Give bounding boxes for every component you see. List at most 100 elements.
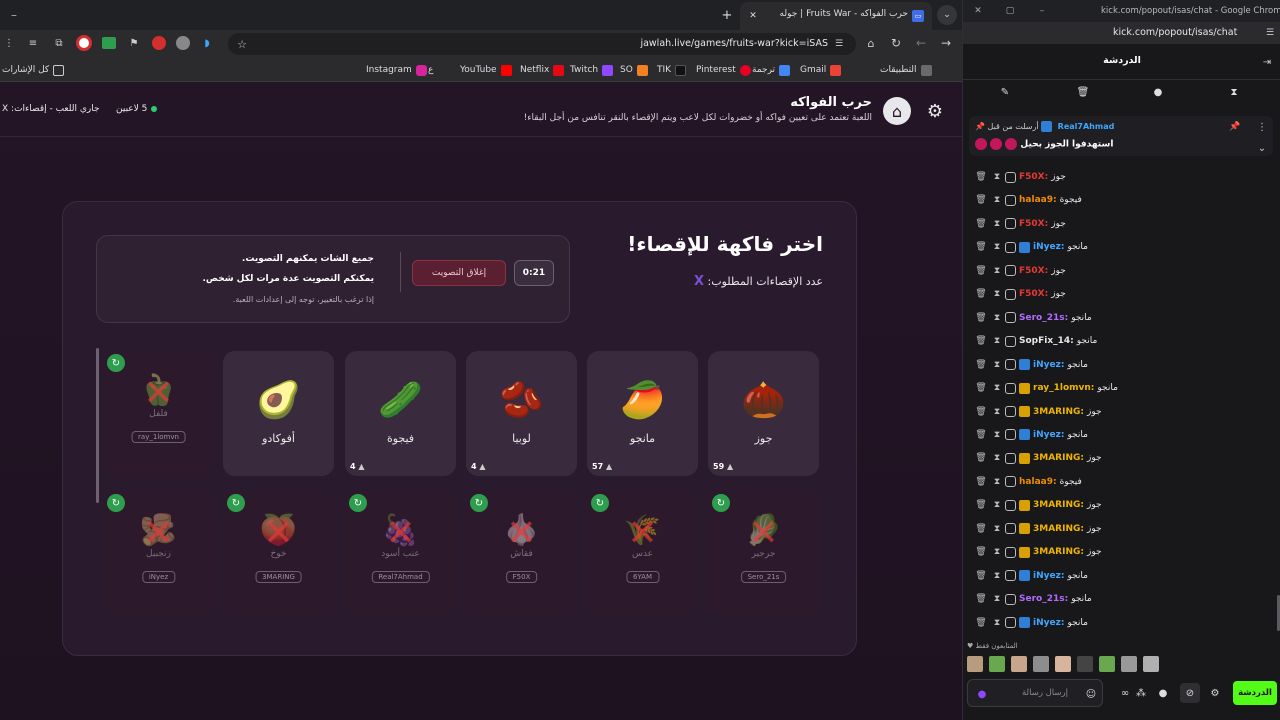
timeout-icon[interactable]: ⧗: [989, 407, 1005, 417]
delete-icon[interactable]: 🗑: [973, 289, 989, 299]
chat-username[interactable]: SopFix_14:: [1019, 336, 1074, 346]
window-maximize-icon[interactable]: ▢: [1003, 4, 1017, 18]
tab-search-button[interactable]: ⌄: [937, 5, 957, 25]
omnibox[interactable]: ☰ jawlah.live/games/fruits-war?kick=iSAS…: [228, 33, 856, 55]
more-icon[interactable]: ⋮: [1257, 121, 1267, 133]
chat-username[interactable]: Sero_21s:: [1019, 594, 1068, 604]
chat-username[interactable]: halaa9:: [1019, 477, 1057, 487]
timeout-icon[interactable]: ⧗: [1227, 85, 1241, 99]
delete-icon[interactable]: 🗑: [973, 430, 989, 440]
timeout-icon[interactable]: ⧗: [989, 453, 1005, 463]
delete-icon[interactable]: 🗑: [973, 172, 989, 182]
chat-username[interactable]: Sero_21s:: [1019, 313, 1068, 323]
emote-icon[interactable]: [1099, 656, 1115, 672]
emote-icon[interactable]: [1011, 656, 1027, 672]
timeout-icon[interactable]: ⧗: [989, 524, 1005, 534]
trash-icon[interactable]: 🗑: [1076, 85, 1090, 99]
delete-icon[interactable]: 🗑: [973, 266, 989, 276]
chat-message[interactable]: 🗑 ⧗ 3MARING: جوز: [963, 401, 1280, 423]
bookmark-translate[interactable]: ترجمة: [752, 58, 791, 82]
chat-message[interactable]: 🗑 ⧗ Sero_21s: مانجو: [963, 307, 1280, 329]
all-bookmarks[interactable]: كل الإشارات: [2, 58, 65, 82]
chat-message[interactable]: 🗑 ⧗ iNyez: مانجو: [963, 236, 1280, 258]
site-info-icon[interactable]: ☰: [832, 37, 846, 51]
back-icon[interactable]: →: [938, 35, 954, 51]
notifications-off-icon[interactable]: ⊘: [1180, 683, 1200, 703]
delete-icon[interactable]: 🗑: [973, 336, 989, 346]
collapse-icon[interactable]: ⇥: [1259, 54, 1275, 70]
timeout-icon[interactable]: ⧗: [989, 195, 1005, 205]
window-minimize-button[interactable]: –: [2, 6, 26, 24]
delete-icon[interactable]: 🗑: [973, 407, 989, 417]
emote-icon[interactable]: [989, 656, 1005, 672]
chat-message[interactable]: 🗑 ⧗ iNyez: مانجو: [963, 565, 1280, 587]
emote-icon[interactable]: [967, 656, 983, 672]
chat-message[interactable]: 🗑 ⧗ ray_1lomvn: مانجو: [963, 377, 1280, 399]
delete-icon[interactable]: 🗑: [973, 383, 989, 393]
extension-icon[interactable]: ⚑: [127, 36, 141, 50]
chat-message[interactable]: 🗑 ⧗ SopFix_14: مانجو: [963, 330, 1280, 352]
fruit-card[interactable]: 🌰 جوز 59 ▲: [708, 351, 819, 476]
chat-username[interactable]: F50X:: [1019, 172, 1048, 182]
bookmark-ain[interactable]: ع: [428, 58, 433, 82]
extension-icon[interactable]: [152, 36, 166, 50]
chat-message[interactable]: 🗑 ⧗ F50X: جوز: [963, 213, 1280, 235]
timeout-icon[interactable]: ⧗: [989, 266, 1005, 276]
bookmark-youtube[interactable]: YouTube: [460, 58, 512, 82]
delete-icon[interactable]: 🗑: [973, 594, 989, 604]
timeout-icon[interactable]: ⧗: [989, 242, 1005, 252]
chat-username[interactable]: ray_1lomvn:: [1033, 383, 1094, 393]
chat-input[interactable]: ● إرسال رسالة ☺: [967, 679, 1103, 707]
tab-active[interactable]: ▭ حرب الفواكه - Fruits War | جوله ✕: [740, 2, 932, 30]
delete-icon[interactable]: 🗑: [973, 500, 989, 510]
delete-icon[interactable]: 🗑: [973, 477, 989, 487]
home-icon[interactable]: ⌂: [863, 35, 879, 51]
timeout-icon[interactable]: ⧗: [989, 500, 1005, 510]
chat-username[interactable]: F50X:: [1019, 266, 1048, 276]
delete-icon[interactable]: 🗑: [973, 618, 989, 628]
settings-gear-icon[interactable]: ⚙: [1207, 686, 1223, 700]
chat-username[interactable]: halaa9:: [1019, 195, 1057, 205]
bookmark-star-icon[interactable]: ☆: [234, 36, 250, 52]
timeout-icon[interactable]: ⧗: [989, 360, 1005, 370]
bookmark-tiktok[interactable]: TIK: [657, 58, 687, 82]
pin-icon[interactable]: ✎: [998, 85, 1012, 99]
reading-list-icon[interactable]: ≡: [26, 36, 40, 50]
delete-icon[interactable]: 🗑: [973, 360, 989, 370]
timeout-icon[interactable]: ⧗: [989, 336, 1005, 346]
chat-message[interactable]: 🗑 ⧗ F50X: جوز: [963, 283, 1280, 305]
timeout-icon[interactable]: ⧗: [989, 594, 1005, 604]
bookmark-so[interactable]: SO: [620, 58, 648, 82]
close-vote-button[interactable]: إغلاق التصويت: [412, 260, 506, 286]
link-icon[interactable]: ∞: [1117, 686, 1133, 700]
window-minimize-icon[interactable]: –: [1035, 4, 1049, 18]
chat-message[interactable]: 🗑 ⧗ iNyez: مانجو: [963, 354, 1280, 376]
delete-icon[interactable]: 🗑: [973, 571, 989, 581]
emote-icon[interactable]: [1033, 656, 1049, 672]
chat-username[interactable]: 3MARING:: [1033, 547, 1084, 557]
delete-icon[interactable]: 🗑: [973, 195, 989, 205]
timeout-icon[interactable]: ⧗: [989, 571, 1005, 581]
chat-message[interactable]: 🗑 ⧗ Sero_21s: مانجو: [963, 588, 1280, 610]
timeout-icon[interactable]: ⧗: [989, 383, 1005, 393]
chat-username[interactable]: iNyez:: [1033, 360, 1064, 370]
chat-message[interactable]: 🗑 ⧗ 3MARING: جوز: [963, 447, 1280, 469]
menu-icon[interactable]: ⋮: [2, 36, 16, 50]
chat-username[interactable]: 3MARING:: [1033, 453, 1084, 463]
mic-icon[interactable]: ●: [976, 687, 988, 701]
chat-message[interactable]: 🗑 ⧗ halaa9: فيجوة: [963, 189, 1280, 211]
chat-message[interactable]: 🗑 ⧗ F50X: جوز: [963, 260, 1280, 282]
fruit-card[interactable]: 🥑 أفوكادو: [223, 351, 334, 476]
chat-bubble-icon[interactable]: ●: [1151, 85, 1165, 99]
emote-icon[interactable]: [1121, 656, 1137, 672]
users-icon[interactable]: ⁂: [1133, 686, 1149, 700]
bookmark-gmail[interactable]: Gmail: [800, 58, 842, 82]
extension-icon[interactable]: [176, 36, 190, 50]
chat-username[interactable]: iNyez:: [1033, 242, 1064, 252]
delete-icon[interactable]: 🗑: [973, 242, 989, 252]
timeout-icon[interactable]: ⧗: [989, 289, 1005, 299]
chat-username[interactable]: F50X:: [1019, 219, 1048, 229]
extension-icon[interactable]: ◗: [200, 36, 214, 50]
timeout-icon[interactable]: ⧗: [989, 313, 1005, 323]
extension-icon[interactable]: [102, 37, 116, 49]
